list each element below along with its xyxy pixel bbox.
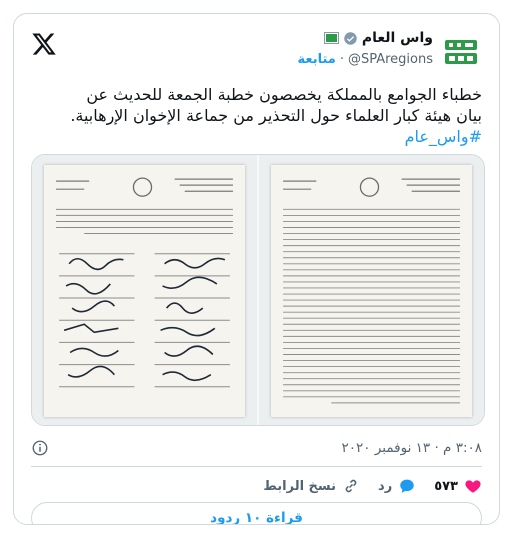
document-page xyxy=(271,165,472,417)
document-image-right[interactable] xyxy=(259,155,484,425)
copy-link-button[interactable]: نسخ الرابط xyxy=(263,477,360,495)
tweet-text: خطباء الجوامع بالمملكة يخصصون خطبة الجمع… xyxy=(27,84,482,147)
media-grid xyxy=(31,154,485,426)
document-scan-graphic xyxy=(56,177,233,388)
copy-link-label: نسخ الرابط xyxy=(263,478,337,494)
like-button[interactable]: ٥٧٣ xyxy=(434,477,482,495)
handle-row: @SPAregions · متابعة xyxy=(297,52,433,67)
verified-badge-icon xyxy=(344,31,357,45)
divider xyxy=(31,466,482,467)
hashtag-link[interactable]: #واس_عام xyxy=(27,126,482,147)
heart-icon xyxy=(465,480,481,493)
separator-dot: · xyxy=(339,52,344,67)
like-count: ٥٧٣ xyxy=(434,478,458,494)
tweet-text-line-2: بيان هيئة كبار العلماء حول التحذير من جم… xyxy=(70,106,482,125)
reply-label: رد xyxy=(378,478,393,494)
account-name[interactable]: واس العام xyxy=(362,30,433,46)
account-handle[interactable]: @SPAregions xyxy=(348,52,433,67)
x-logo-icon[interactable] xyxy=(31,31,57,57)
action-bar: ٥٧٣ رد نسخ الرابط xyxy=(31,476,482,496)
reply-bubble-icon xyxy=(400,479,414,493)
follow-button[interactable]: متابعة xyxy=(297,52,335,67)
spa-logo-icon xyxy=(445,40,477,64)
link-icon xyxy=(345,479,357,493)
affiliate-flag-icon xyxy=(323,32,339,44)
reply-button[interactable]: رد xyxy=(378,477,416,495)
tweet-text-line-1: خطباء الجوامع بالمملكة يخصصون خطبة الجمع… xyxy=(86,85,482,104)
account-name-row: واس العام xyxy=(323,30,433,46)
timestamp[interactable]: ٣:٠٨ م · ١٣ نوفمبر ٢٠٢٠ xyxy=(342,440,482,456)
document-page xyxy=(44,165,245,417)
document-scan-graphic xyxy=(283,177,460,404)
info-icon[interactable] xyxy=(31,439,49,457)
read-replies-button[interactable]: قراءة ١٠ ردود xyxy=(31,502,482,525)
document-image-left[interactable] xyxy=(32,155,257,425)
read-replies-label: قراءة ١٠ ردود xyxy=(210,510,303,525)
tweet-card: واس العام @SPAregions · متابعة خطباء الج… xyxy=(13,13,500,525)
avatar[interactable] xyxy=(440,31,482,73)
timestamp-row: ٣:٠٨ م · ١٣ نوفمبر ٢٠٢٠ xyxy=(31,438,482,458)
